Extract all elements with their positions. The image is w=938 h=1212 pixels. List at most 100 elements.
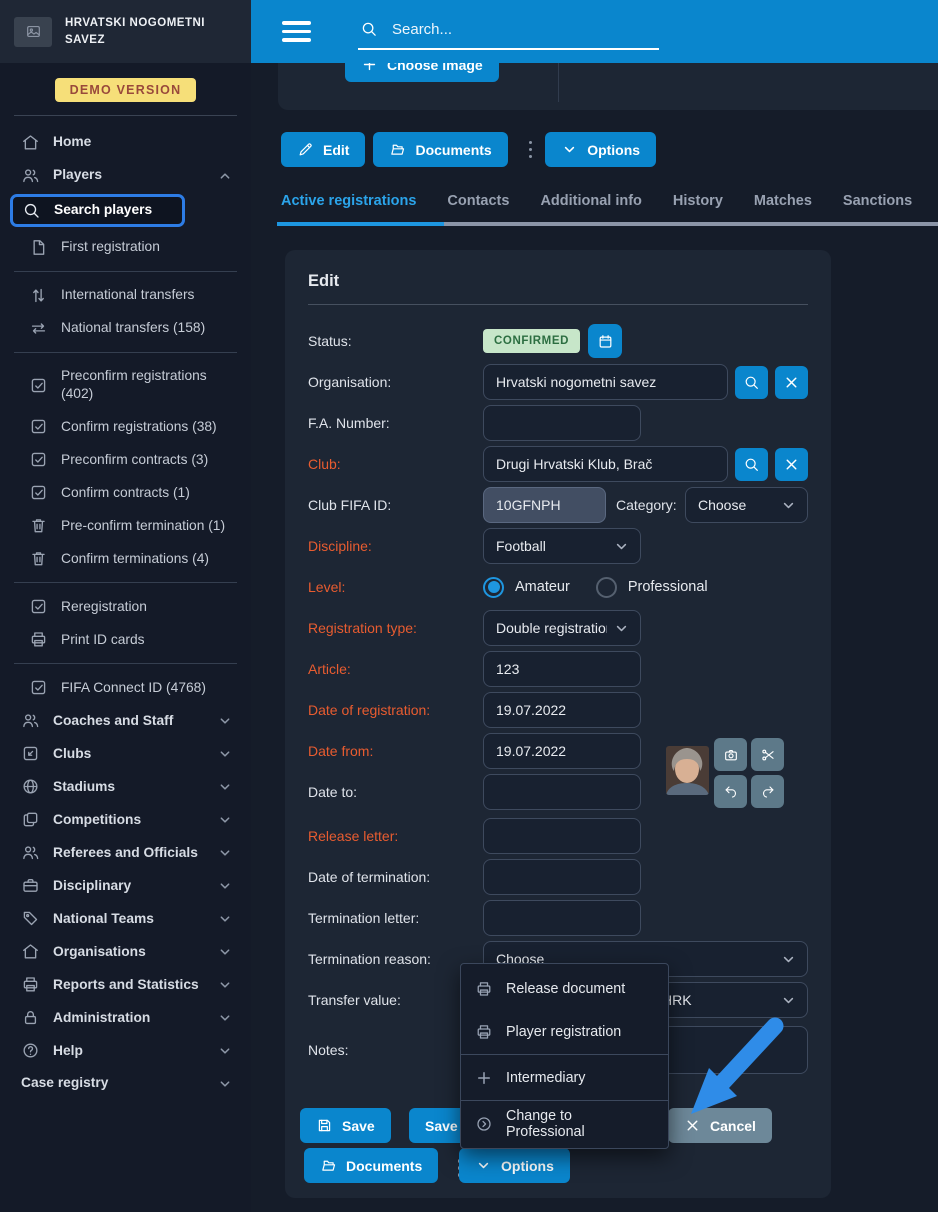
registration-type-select[interactable]: Double registration [483, 610, 641, 646]
sidebar-item-case-registry[interactable]: Case registry [0, 1067, 251, 1099]
sidebar-item-players[interactable]: Players [0, 159, 251, 192]
tab-row: Active registrations Contacts Additional i… [251, 193, 938, 222]
sidebar-item-fifa-connect-id-4768[interactable]: FIFA Connect ID (4768) [0, 671, 251, 704]
sidebar-item-clubs[interactable]: Clubs [0, 737, 251, 770]
save-button[interactable]: Save [300, 1108, 391, 1143]
panel-title: Edit [308, 272, 808, 291]
options-button[interactable]: Options [545, 132, 656, 167]
image-icon [25, 23, 42, 40]
club-clear-button[interactable] [775, 448, 808, 481]
sidebar-item-confirm-terminations-4[interactable]: Confirm terminations (4) [0, 542, 251, 575]
photo-capture-button[interactable] [714, 738, 747, 771]
sidebar-item-coaches-and-staff[interactable]: Coaches and Staff [0, 704, 251, 737]
demo-version-badge: DEMO VERSION [55, 78, 197, 102]
sidebar-item-international-transfers[interactable]: International transfers [0, 279, 251, 312]
printer-icon [21, 975, 40, 994]
sidebar-item-help[interactable]: Help [0, 1034, 251, 1067]
level-radio-professional[interactable] [596, 577, 617, 598]
active-tab-indicator [277, 222, 444, 226]
sidebar-item-label: Clubs [53, 745, 204, 763]
player-photo [666, 746, 709, 795]
chevron-down-icon [217, 1043, 233, 1059]
sidebar-item-label: Pre-confirm termination (1) [61, 517, 241, 535]
sidebar-item-first-registration[interactable]: First registration [0, 231, 251, 264]
sidebar-item-referees-and-officials[interactable]: Referees and Officials [0, 836, 251, 869]
sidebar-item-pre-confirm-termination-1[interactable]: Pre-confirm termination (1) [0, 509, 251, 542]
tab-matches[interactable]: Matches [754, 193, 812, 222]
article-input[interactable] [483, 651, 641, 687]
date-of-registration-input[interactable] [483, 692, 641, 728]
sidebar-item-stadiums[interactable]: Stadiums [0, 770, 251, 803]
cancel-button[interactable]: Cancel [668, 1108, 772, 1143]
check-square-icon [29, 597, 48, 616]
club-input[interactable] [483, 446, 728, 482]
sidebar-item-search-players[interactable]: Search players [10, 194, 185, 227]
club-search-button[interactable] [735, 448, 768, 481]
documents-button[interactable]: Documents [373, 132, 507, 167]
category-select[interactable]: Choose [685, 487, 808, 523]
sidebar-item-preconfirm-registrations-402[interactable]: Preconfirm registrations (402) [0, 360, 251, 410]
date-to-input[interactable] [483, 774, 641, 810]
date-of-registration-row: Date of registration: [308, 692, 808, 728]
sidebar-item-reregistration[interactable]: Reregistration [0, 590, 251, 623]
status-row: Status: CONFIRMED [308, 323, 808, 359]
termination-letter-input[interactable] [483, 900, 641, 936]
save-icon [316, 1117, 333, 1134]
date-of-termination-input[interactable] [483, 859, 641, 895]
tab-active-registrations[interactable]: Active registrations [281, 193, 416, 222]
sidebar-item-label: Search players [54, 201, 174, 219]
organisation-search-button[interactable] [735, 366, 768, 399]
documents-button[interactable]: Documents [304, 1148, 438, 1183]
sidebar-item-home[interactable]: Home [0, 126, 251, 159]
sidebar-item-print-id-cards[interactable]: Print ID cards [0, 623, 251, 656]
menu-item-intermediary[interactable]: Intermediary [461, 1056, 668, 1099]
menu-item-change-to-professional[interactable]: Change to Professional [461, 1102, 668, 1145]
check-square-icon [29, 417, 48, 436]
search-icon [22, 201, 41, 220]
search-icon [743, 456, 760, 473]
release-letter-input[interactable] [483, 818, 641, 854]
sidebar-item-label: Confirm registrations (38) [61, 418, 241, 436]
folder-icon [389, 141, 406, 158]
sidebar: HRVATSKI NOGOMETNI SAVEZ DEMO VERSION Ho… [0, 0, 251, 1212]
sidebar-item-preconfirm-contracts-3[interactable]: Preconfirm contracts (3) [0, 443, 251, 476]
sidebar-item-competitions[interactable]: Competitions [0, 803, 251, 836]
club-label: Club: [308, 456, 483, 472]
tab-contacts[interactable]: Contacts [447, 193, 509, 222]
tab-additional-info[interactable]: Additional info [540, 193, 641, 222]
date-from-input[interactable] [483, 733, 641, 769]
sidebar-item-label: Reports and Statistics [53, 976, 204, 994]
transfer-currency-select[interactable]: HRK [649, 982, 808, 1018]
fa-number-label: F.A. Number: [308, 415, 483, 431]
sidebar-item-confirm-contracts-1[interactable]: Confirm contracts (1) [0, 476, 251, 509]
tab-sanctions[interactable]: Sanctions [843, 193, 912, 222]
fa-number-input[interactable] [483, 405, 641, 441]
menu-item-release-document[interactable]: Release document [461, 967, 668, 1010]
player-photo-block [666, 738, 784, 808]
sidebar-item-confirm-registrations-38[interactable]: Confirm registrations (38) [0, 410, 251, 443]
edit-button[interactable]: Edit [281, 132, 365, 167]
sidebar-item-national-transfers-158[interactable]: National transfers (158) [0, 312, 251, 345]
calendar-icon [597, 333, 614, 350]
status-history-button[interactable] [588, 324, 622, 358]
tab-history[interactable]: History [673, 193, 723, 222]
level-radio-amateur[interactable] [483, 577, 504, 598]
photo-crop-button[interactable] [751, 738, 784, 771]
sidebar-item-disciplinary[interactable]: Disciplinary [0, 869, 251, 902]
termination-letter-label: Termination letter: [308, 910, 483, 926]
options-button[interactable]: Options [459, 1148, 570, 1183]
sidebar-item-organisations[interactable]: Organisations [0, 935, 251, 968]
arrows-vertical-icon [29, 286, 48, 305]
plus-icon [475, 1069, 493, 1087]
sidebar-item-administration[interactable]: Administration [0, 1001, 251, 1034]
sidebar-item-national-teams[interactable]: National Teams [0, 902, 251, 935]
hamburger-menu-icon[interactable] [282, 21, 311, 42]
organisation-input[interactable] [483, 364, 728, 400]
discipline-select[interactable]: Football [483, 528, 641, 564]
photo-rotate-left-button[interactable] [714, 775, 747, 808]
menu-item-player-registration[interactable]: Player registration [461, 1010, 668, 1053]
sidebar-item-reports-and-statistics[interactable]: Reports and Statistics [0, 968, 251, 1001]
organisation-clear-button[interactable] [775, 366, 808, 399]
search-input[interactable] [390, 20, 657, 39]
photo-rotate-right-button[interactable] [751, 775, 784, 808]
